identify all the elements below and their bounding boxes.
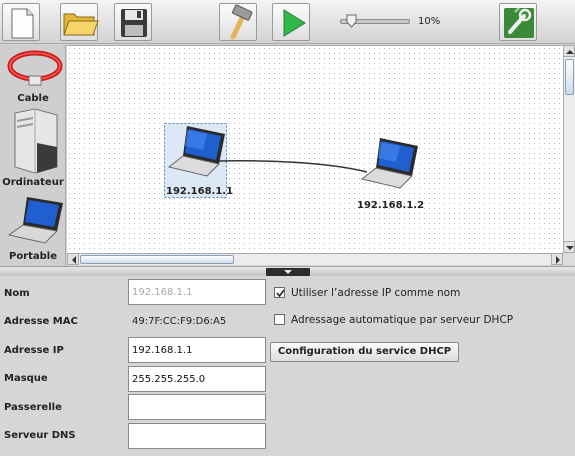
mac-address-value: 49:7F:CC:F9:D6:A5 [128, 308, 266, 334]
dns-server-label: Serveur DNS [4, 430, 76, 441]
run-simulation-button[interactable] [272, 3, 310, 41]
palette-item-cable[interactable]: Cable [0, 49, 65, 105]
masque-field[interactable]: 255.255.255.0 [128, 366, 266, 392]
nom-field[interactable]: 192.168.1.1 [128, 279, 266, 305]
cable-icon [7, 50, 62, 86]
chevron-down-icon [284, 270, 292, 274]
palette-item-computer[interactable]: Ordinateur [0, 107, 65, 191]
use-ip-as-name-checkbox[interactable] [274, 287, 285, 298]
horizontal-scrollbar[interactable] [67, 253, 563, 265]
settings-tool-icon [504, 7, 534, 38]
zoom-level-label: 10% [418, 16, 441, 27]
passerelle-label: Passerelle [4, 402, 62, 413]
network-canvas[interactable]: 192.168.1.1 192.168.1.2 [67, 45, 563, 253]
arrow-up-icon [566, 50, 574, 54]
masque-label: Masque [4, 373, 48, 384]
host-laptop-2[interactable] [360, 138, 418, 189]
palette-item-laptop[interactable]: Portable [0, 193, 65, 265]
ip-address-field[interactable]: 192.168.1.1 [128, 337, 266, 363]
new-file-icon [11, 8, 34, 39]
scroll-left-button[interactable] [67, 253, 79, 265]
hammer-icon [230, 4, 253, 40]
settings-tool-button[interactable] [499, 3, 537, 41]
dns-server-field[interactable] [128, 423, 266, 449]
dhcp-auto-option[interactable]: Adressage automatique par serveur DHCP [274, 314, 513, 326]
floppy-disk-icon [121, 9, 147, 37]
arrow-left-icon [72, 256, 76, 264]
ip-address-label: Adresse IP [4, 345, 64, 356]
zoom-slider-thumb[interactable] [346, 14, 357, 28]
properties-panel: Nom 192.168.1.1 Adresse MAC 49:7F:CC:F9:… [0, 276, 575, 456]
horizontal-scroll-thumb[interactable] [80, 255, 234, 264]
build-button[interactable] [219, 3, 257, 41]
component-palette: Cable Ordinateur Portable [0, 45, 66, 266]
save-button[interactable] [114, 3, 152, 41]
new-file-button[interactable] [2, 3, 40, 41]
play-icon [283, 9, 306, 37]
passerelle-field[interactable] [128, 394, 266, 420]
vertical-scrollbar[interactable] [563, 45, 575, 253]
dhcp-config-button[interactable]: Configuration du service DHCP [270, 342, 459, 362]
arrow-right-icon [556, 256, 560, 264]
folder-open-icon [63, 13, 99, 36]
host-ip-label-2: 192.168.1.2 [357, 200, 425, 211]
panel-splitter[interactable] [0, 266, 575, 276]
host-ip-label-1: 192.168.1.1 [166, 186, 234, 197]
splitter-collapse-handle[interactable] [266, 268, 310, 276]
arrow-down-icon [566, 246, 574, 250]
palette-label-cable: Cable [17, 93, 49, 104]
dhcp-auto-checkbox[interactable] [274, 314, 285, 325]
palette-label-computer: Ordinateur [2, 177, 64, 188]
dhcp-auto-label: Adressage automatique par serveur DHCP [291, 314, 514, 326]
scroll-right-button[interactable] [551, 253, 563, 265]
toolbar: 10% [0, 0, 575, 44]
network-diagram [164, 123, 418, 198]
laptop-icon [7, 197, 63, 244]
scroll-down-button[interactable] [563, 241, 575, 253]
vertical-scroll-thumb[interactable] [565, 59, 574, 95]
use-ip-as-name-label: Utiliser l’adresse IP comme nom [291, 287, 461, 299]
computer-icon [14, 108, 57, 174]
scroll-corner [563, 253, 575, 265]
checkmark-icon [276, 289, 285, 298]
palette-label-laptop: Portable [8, 251, 58, 262]
mac-address-label: Adresse MAC [4, 316, 78, 327]
open-folder-button[interactable] [60, 3, 99, 41]
scroll-up-button[interactable] [563, 45, 575, 57]
network-link[interactable] [216, 160, 368, 173]
nom-label: Nom [4, 288, 30, 299]
use-ip-as-name-option[interactable]: Utiliser l’adresse IP comme nom [274, 287, 460, 299]
